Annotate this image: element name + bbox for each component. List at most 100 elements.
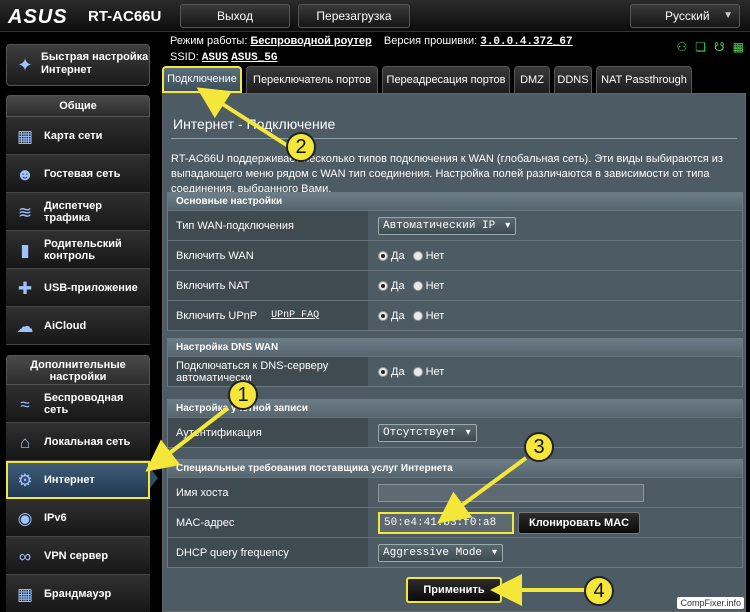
enable-nat-row: Включить NAT Да Нет (168, 270, 742, 300)
tab-connection[interactable]: Подключение (162, 66, 242, 93)
sidebar-item-label: IPv6 (44, 512, 67, 524)
sidebar-item-firewall[interactable]: ▦ Брандмауэр (6, 575, 150, 612)
sidebar-item-wireless[interactable]: ≈ Беспроводная сеть (6, 385, 150, 423)
copy-icon[interactable]: ❏ (695, 40, 706, 54)
guest-network-icon: ☻ (16, 165, 34, 184)
status-info: Режим работы: Беспроводной роутер Версия… (170, 34, 630, 66)
enable-upnp-row: Включить UPnP UPnP FAQ Да Нет (168, 300, 742, 330)
sidebar-item-label: AiCloud (44, 320, 87, 332)
tab-port-forwarding[interactable]: Переадресация портов (382, 66, 510, 93)
radio-on (378, 366, 388, 377)
wan-type-label: Тип WAN-подключения (168, 211, 368, 240)
dhcp-frequency-row: DHCP query frequency Aggressive Mode (168, 537, 742, 567)
section-header: Специальные требования поставщика услуг … (168, 460, 742, 477)
radio-label: Да (391, 309, 405, 322)
auto-dns-no[interactable]: Нет (412, 365, 445, 378)
firmware-link[interactable]: 3.0.0.4.372_67 (480, 36, 572, 48)
hostname-row: Имя хоста (168, 477, 742, 507)
sidebar-item-guest-network[interactable]: ☻ Гостевая сеть (6, 155, 150, 193)
section-header: Основные настройки (168, 193, 742, 210)
mode-link[interactable]: Беспроводной роутер (250, 35, 371, 47)
enable-nat-no[interactable]: Нет (412, 280, 444, 292)
tab-dmz[interactable]: DMZ (514, 66, 550, 93)
section-header: Настройка DNS WAN (168, 339, 742, 356)
basic-settings-section: Основные настройки Тип WAN-подключения А… (167, 192, 743, 331)
radio-label: Нет (425, 249, 445, 262)
tab-port-switch[interactable]: Переключатель портов (246, 66, 378, 93)
wan-type-select[interactable]: Автоматический IP (378, 216, 517, 235)
dhcp-frequency-label: DHCP query frequency (168, 538, 368, 567)
enable-wan-label: Включить WAN (168, 241, 368, 270)
annotation-badge-3: 3 (524, 432, 554, 462)
clone-mac-button[interactable]: Клонировать MAC (518, 511, 641, 534)
wan-type-row: Тип WAN-подключения Автоматический IP (168, 210, 742, 240)
hostname-label: Имя хоста (168, 478, 368, 507)
enable-upnp-yes[interactable]: Да (378, 310, 405, 322)
sidebar-general-header: Общие (6, 95, 150, 117)
radio-label: Да (391, 279, 405, 292)
sidebar-item-label: Гостевая сеть (44, 168, 121, 180)
usb-app-icon: ✚ (17, 279, 33, 298)
enable-wan-yes[interactable]: Да (378, 250, 405, 262)
sidebar-item-label: Беспроводная сеть (44, 392, 124, 416)
annotation-badge-4: 4 (584, 576, 614, 606)
enable-upnp-no[interactable]: Нет (412, 310, 444, 322)
enable-nat-label: Включить NAT (168, 271, 368, 300)
upnp-faq-link[interactable]: UPnP FAQ (271, 310, 319, 322)
sidebar-item-network-map[interactable]: ▦ Карта сети (6, 117, 150, 155)
upnp-label-text: Включить UPnP (176, 309, 258, 322)
usb-icon[interactable]: ☋ (714, 40, 725, 54)
title-divider (171, 138, 737, 139)
radio-on (378, 250, 388, 261)
dhcp-frequency-select[interactable]: Aggressive Mode (378, 543, 504, 562)
traffic-manager-icon: ≋ (17, 203, 33, 222)
sidebar-item-ipv6[interactable]: ◉ IPv6 (6, 499, 150, 537)
sidebar-item-lan[interactable]: ⌂ Локальная сеть (6, 423, 150, 461)
status-icons: ⚇ ❏ ☋ ▦ (676, 40, 744, 54)
sidebar-item-usb-app[interactable]: ✚ USB-приложение (6, 269, 150, 307)
account-settings-section: Настройка учетной записи Аутентификация … (167, 399, 743, 448)
firewall-icon: ▦ (16, 585, 34, 604)
ssid-label: SSID: (170, 51, 199, 63)
radio-label: Нет (425, 365, 445, 378)
language-select[interactable]: Русский ▼ (630, 4, 740, 28)
radio-on (378, 280, 388, 291)
user-icon[interactable]: ⚇ (676, 40, 687, 54)
mac-address-input[interactable]: 50:e4:41:b3:f0:a8 (378, 511, 514, 534)
tab-nat-passthrough[interactable]: NAT Passthrough (596, 66, 692, 93)
radio-off (412, 250, 423, 261)
sidebar-item-traffic-manager[interactable]: ≋ Диспетчер трафика (6, 193, 150, 231)
wireless-icon: ≈ (20, 395, 30, 414)
enable-wan-no[interactable]: Нет (412, 249, 445, 262)
apply-button[interactable]: Применить (406, 577, 502, 603)
tab-ddns[interactable]: DDNS (554, 66, 592, 93)
annotation-badge-2: 2 (286, 132, 316, 162)
parental-control-icon: ▮ (20, 241, 30, 260)
main-panel: Интернет - Подключение RT-AC66U поддержи… (162, 93, 746, 612)
reboot-button[interactable]: Перезагрузка (298, 4, 410, 28)
firmware-label: Версия прошивки: (383, 35, 478, 47)
asus-logo: ASUS (8, 6, 68, 28)
radio-label: Да (391, 249, 405, 262)
lan-icon: ⌂ (19, 433, 31, 452)
sidebar-item-internet[interactable]: ⚙ Интернет (6, 461, 150, 499)
sidebar-item-label: VPN сервер (44, 550, 109, 562)
hostname-input[interactable] (378, 483, 644, 502)
sidebar-item-aicloud[interactable]: ☁ AiCloud (6, 307, 150, 345)
watermark: CompFixer.info (677, 597, 744, 609)
sidebar-item-label: Локальная сеть (44, 436, 131, 448)
quick-setup-label: Быстрая настройка Интернет (41, 51, 149, 76)
vpn-icon: ∞ (18, 547, 32, 566)
logout-button[interactable]: Выход (180, 4, 290, 28)
auth-select[interactable]: Отсутствует (378, 423, 477, 442)
sidebar-item-parental-control[interactable]: ▮ Родительский контроль (6, 231, 150, 269)
quick-setup-button[interactable]: ✦ Быстрая настройка Интернет (6, 44, 150, 86)
enable-nat-yes[interactable]: Да (378, 280, 405, 292)
annotation-badge-1: 1 (228, 380, 258, 410)
auto-dns-row: Подключаться к DNS-серверу автоматически… (168, 356, 742, 386)
sidebar-item-vpn[interactable]: ∞ VPN сервер (6, 537, 150, 575)
auto-dns-yes[interactable]: Да (378, 366, 405, 378)
top-bar: ASUS RT-AC66U Выход Перезагрузка Русский… (0, 0, 750, 32)
mac-row: MAC-адрес 50:e4:41:b3:f0:a8 Клонировать … (168, 507, 742, 537)
network-status-icon[interactable]: ▦ (733, 40, 744, 54)
